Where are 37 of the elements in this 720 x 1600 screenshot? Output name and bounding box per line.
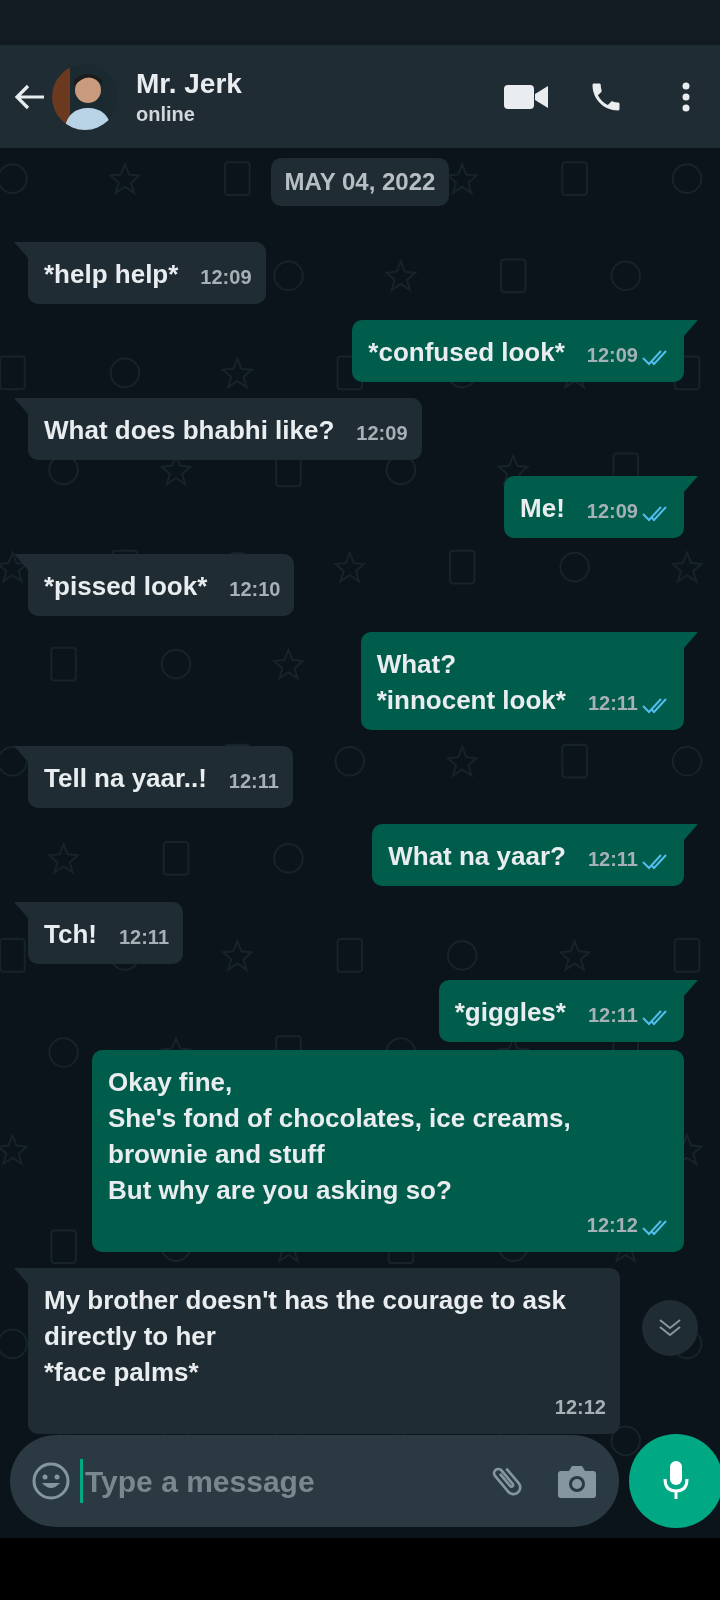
message-time: 12:12 [554,1395,606,1420]
smiley-icon[interactable] [32,1462,70,1500]
message-input-field[interactable]: Type a message [10,1435,619,1527]
message-text: Okay fine, She's fond of chocolates, ice creams, brownie and stuff But why are you asking so? [108,1066,571,1207]
double-chevron-down-icon [658,1318,682,1338]
contact-status: online [136,101,196,127]
message-time: 12:11 [587,691,638,716]
back-arrow-icon[interactable] [14,82,46,111]
camera-icon[interactable] [557,1463,597,1499]
message-text: *confused look* [368,336,565,369]
message-time: 12:09 [586,343,638,368]
message-text: *pissed look* [44,570,208,603]
message-text: *help help* [44,258,179,291]
video-camera-icon[interactable] [504,82,548,111]
message-text: Tell na yaar..! [44,762,207,795]
message-text: My brother doesn't has the courage to ask directly to her *face palms* [44,1284,566,1389]
message-text: What? *innocent look* [376,648,566,717]
date-chip: MAY 04, 2022 [270,158,450,206]
message-time: 12:09 [586,499,638,524]
message-time: 12:12 [586,1213,638,1238]
message-text: What does bhabhi like? [44,414,335,447]
message-time: 12:11 [587,1003,638,1028]
message-time: 12:09 [356,421,408,446]
message-text: *giggles* [454,996,566,1029]
more-options-icon[interactable] [682,81,690,112]
message-time: 12:11 [587,847,638,872]
message-text: Tch! [44,918,97,951]
message-time: 12:09 [200,265,252,290]
message-time: 12:11 [228,769,279,794]
message-time: 12:11 [118,925,169,950]
scroll-down-button[interactable] [642,1300,698,1356]
microphone-icon [662,1461,690,1501]
message-text: Me! [520,492,565,525]
message-text: What na yaar? [388,840,566,873]
contact-name[interactable]: Mr. Jerk [136,66,242,101]
message-input[interactable]: Type a message [85,1458,487,1504]
message-time: 12:10 [229,577,281,602]
